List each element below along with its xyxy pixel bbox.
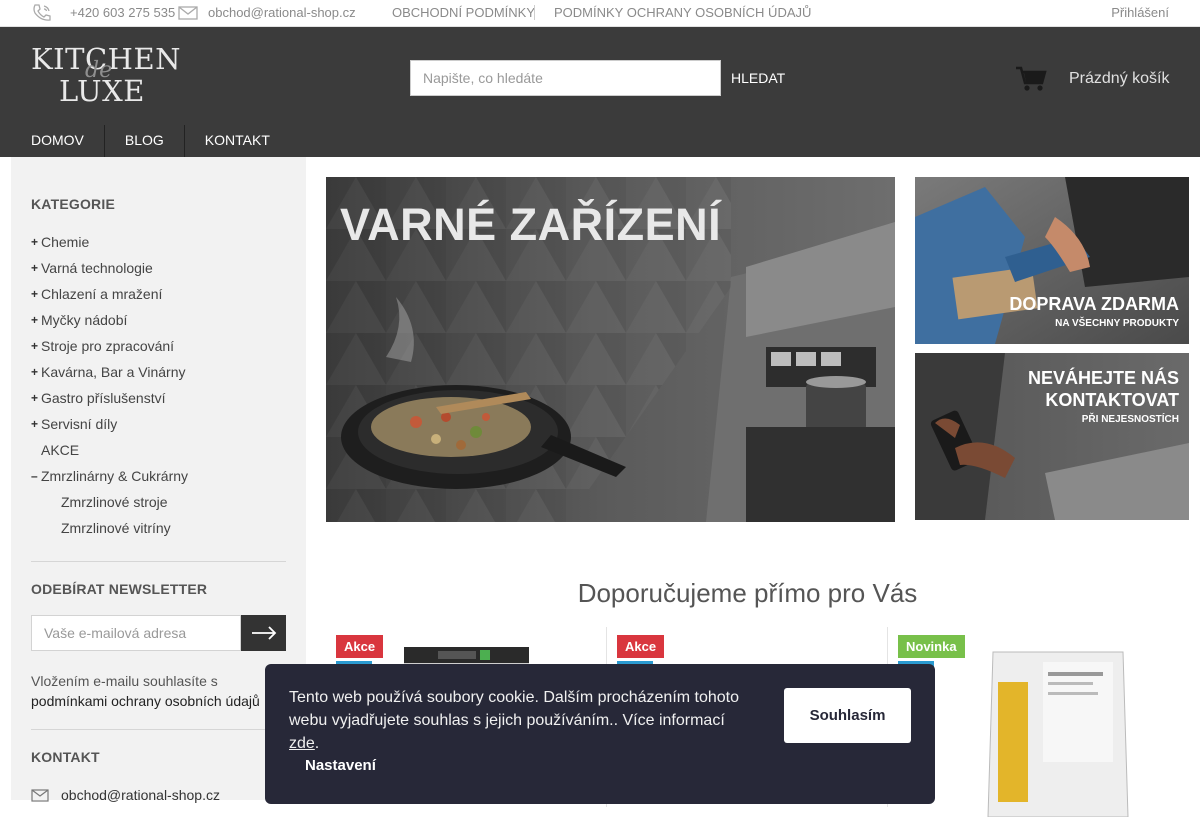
category-item-chlazeni[interactable]: + Chlazení a mražení [31,286,162,302]
cookie-more-info-link[interactable]: zde [289,735,315,752]
nav-item-kontakt[interactable]: KONTAKT [185,125,290,157]
product-image-bag [987,651,1129,817]
newsletter-email-input[interactable]: Vaše e-mailová adresa [31,615,241,651]
logo[interactable]: KITCHEN de LUXE [31,44,181,108]
sidebar-divider [31,561,286,562]
cart-icon [1016,66,1047,91]
top-bar: +420 603 275 535 obchod@rational-shop.cz… [0,0,1200,27]
banner-side1-subtitle: NA VŠECHNY PRODUKTY [1055,318,1179,329]
category-label: Kavárna, Bar a Vinárny [41,364,186,380]
newsletter-consent: Vložením e-mailu souhlasíte s podmínkami… [31,671,291,711]
category-label: Zmrzlinárny & Cukrárny [41,468,189,484]
banner-side2-title2: KONTAKTOVAT [1045,390,1179,410]
category-label: Servisní díly [41,416,118,432]
subcategory-label: Zmrzlinové vitríny [61,520,171,536]
banner-side2-title1: NEVÁHEJTE NÁS [1027,368,1179,388]
link-privacy-label: PODMÍNKY OCHRANY OSOBNÍCH ÚDAJŮ [554,5,812,20]
nav-item-domov[interactable]: DOMOV [0,125,105,157]
newsletter-submit-button[interactable] [241,615,286,651]
search-input[interactable]: Napište, co hledáte [410,60,721,96]
arrow-right-icon [251,626,276,640]
sidebar: KATEGORIE + Chemie + Varná technologie + Ch… [11,157,306,803]
badge-akce: Akce [617,635,665,658]
envelope-icon [178,6,198,20]
main-nav: DOMOV BLOG KONTAKT [0,125,290,157]
cookie-message-end: . [314,735,320,752]
phone-icon [33,4,51,21]
link-terms-label: OBCHODNÍ PODMÍNKY [392,5,536,20]
category-item-chemie[interactable]: + Chemie [31,234,89,250]
search-button[interactable]: HLEDAT [721,60,791,96]
cookie-banner: Tento web používá soubory cookie. Dalším… [265,664,935,804]
newsletter-title: ODEBÍRAT NEWSLETTER [31,581,208,597]
category-item-akce[interactable]: AKCE [31,442,79,458]
phone-contact[interactable]: +420 603 275 535 [31,0,175,26]
category-label: Varná technologie [41,260,153,276]
expand-icon[interactable]: + [31,391,41,405]
cookie-text: Tento web používá soubory cookie. Dalším… [289,686,759,755]
category-label: Myčky nádobí [41,312,128,328]
phone-number: +420 603 275 535 [70,5,176,20]
banner-side1-title: DOPRAVA ZDARMA [1009,294,1179,314]
category-item-varna[interactable]: + Varná technologie [31,260,153,276]
cart-label: Prázdný košík [1069,70,1170,87]
badge-novinka: Novinka [898,635,965,658]
category-label: AKCE [41,442,80,458]
cart[interactable]: Prázdný košík [1015,65,1169,93]
contact-email-label: obchod@rational-shop.cz [61,787,220,803]
category-item-zmrzlinarny[interactable]: – Zmrzlinárny & Cukrárny [31,468,188,484]
expand-icon[interactable]: + [31,235,41,249]
category-label: Gastro příslušenství [41,390,166,406]
subcategory-item-vitriny[interactable]: Zmrzlinové vitríny [61,520,171,536]
expand-icon[interactable]: + [31,417,41,431]
category-item-mycky[interactable]: + Myčky nádobí [31,312,127,328]
link-terms[interactable]: OBCHODNÍ PODMÍNKY [392,0,535,26]
expand-icon[interactable]: + [31,261,41,275]
cookie-accept-button[interactable]: Souhlasím [784,688,911,743]
banner-side2-subtitle: PŘI NEJESNOSTÍCH [1081,414,1179,425]
contact-email[interactable]: obchod@rational-shop.cz [31,787,220,803]
logo-line2: LUXE [59,74,145,108]
expand-icon[interactable]: + [31,339,41,353]
category-label: Chemie [41,234,90,250]
privacy-link[interactable]: podmínkami ochrany osobních údajů [31,693,260,709]
newsletter-consent-text: Vložením e-mailu souhlasíte s [31,673,218,689]
category-item-gastro[interactable]: + Gastro příslušenství [31,390,166,406]
email-address: obchod@rational-shop.cz [208,5,356,20]
category-item-servisni[interactable]: + Servisní díly [31,416,117,432]
expand-icon[interactable]: + [31,287,41,301]
email-contact[interactable]: obchod@rational-shop.cz [178,0,356,26]
category-label: Chlazení a mražení [41,286,163,302]
topbar-divider [534,5,535,20]
recommended-title: Doporučujeme přímo pro Vás [577,578,918,608]
collapse-icon[interactable]: – [31,469,41,483]
cookie-settings-button[interactable]: Nastavení [305,757,376,774]
subcategory-label: Zmrzlinové stroje [61,494,168,510]
link-privacy[interactable]: PODMÍNKY OCHRANY OSOBNÍCH ÚDAJŮ [554,0,811,26]
expand-icon[interactable]: + [31,313,41,327]
header: KITCHEN de LUXE Napište, co hledáte HLED… [0,27,1200,157]
category-item-kavarna[interactable]: + Kavárna, Bar a Vinárny [31,364,186,380]
categories-title: KATEGORIE [31,196,115,212]
category-item-stroje[interactable]: + Stroje pro zpracování [31,338,174,354]
login-label: Přihlášení [1111,5,1169,20]
banner-varne-zarizeni[interactable]: VARNÉ ZAŘÍZENÍ [326,177,895,522]
cookie-message: Tento web používá soubory cookie. Dalším… [289,689,740,729]
banner-kontakt[interactable]: NEVÁHEJTE NÁS KONTAKTOVAT PŘI NEJESNOSTÍ… [915,353,1189,520]
subcategory-item-stroje[interactable]: Zmrzlinové stroje [61,494,168,510]
banner-main-title: VARNÉ ZAŘÍZENÍ [340,199,722,250]
contact-title: KONTAKT [31,749,100,765]
banner-doprava-zdarma[interactable]: DOPRAVA ZDARMA NA VŠECHNY PRODUKTY [915,177,1189,344]
expand-icon[interactable]: + [31,365,41,379]
category-label: Stroje pro zpracování [41,338,175,354]
nav-item-blog[interactable]: BLOG [105,125,185,157]
sidebar-divider [31,729,286,730]
login-link[interactable]: Přihlášení [1111,0,1169,26]
badge-akce: Akce [336,635,384,658]
